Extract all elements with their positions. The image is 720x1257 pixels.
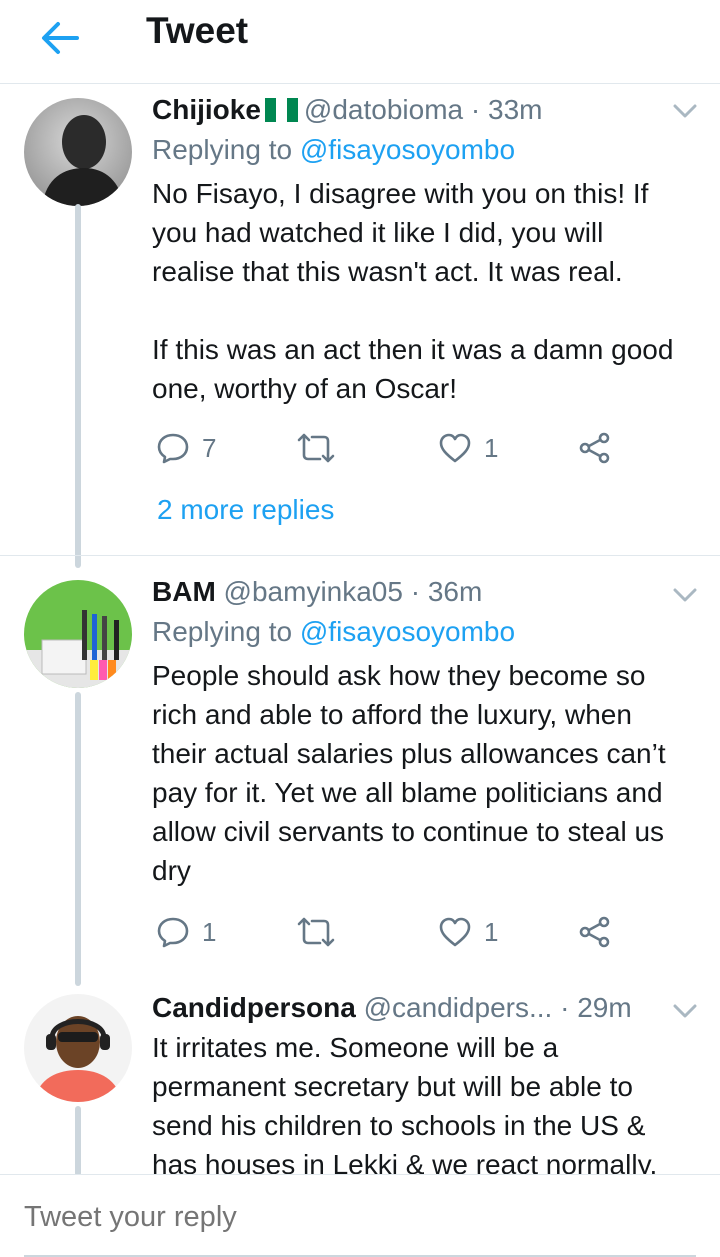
avatar-chijioke[interactable]	[24, 98, 132, 206]
tweet-options-button[interactable]	[668, 94, 702, 128]
retweet-button[interactable]	[296, 908, 336, 956]
share-icon	[579, 432, 610, 464]
heart-icon	[439, 433, 471, 463]
retweet-button[interactable]	[296, 424, 336, 472]
tweet-meta: Candidpersona @candidpers... · 29m	[152, 992, 632, 1023]
thread-line	[75, 692, 81, 986]
nigeria-flag-icon	[264, 98, 298, 122]
thread-line	[75, 1106, 81, 1174]
share-button[interactable]	[578, 908, 612, 956]
author-handle[interactable]: @candidpers...	[364, 992, 553, 1023]
tweet-text: No Fisayo, I disagree with you on this! …	[152, 178, 674, 404]
tweet-text: It irritates me. Someone will be a perma…	[152, 1032, 658, 1174]
author-handle[interactable]: @bamyinka05	[224, 576, 403, 607]
heart-icon	[439, 917, 471, 947]
share-button[interactable]	[578, 424, 612, 472]
like-count: 1	[484, 916, 499, 947]
thread-dots	[74, 494, 82, 530]
share-icon	[579, 916, 610, 948]
chevron-down-icon	[673, 588, 697, 602]
tweet-text: People should ask how they become so ric…	[152, 660, 666, 886]
tweet-time: 33m	[488, 94, 543, 125]
avatar-candidpersona[interactable]	[24, 994, 132, 1102]
tweet-meta: Chijioke @datobioma · 33m	[152, 94, 543, 125]
author-handle[interactable]: @datobioma	[304, 94, 463, 125]
reply-count: 7	[202, 432, 217, 463]
reply-count: 1	[202, 916, 217, 947]
like-button[interactable]: 1	[438, 908, 498, 956]
tweet-actions: 7 1	[152, 424, 632, 472]
reply-button[interactable]: 7	[156, 424, 216, 472]
tweet-options-button[interactable]	[668, 994, 702, 1028]
reply-button[interactable]: 1	[156, 908, 216, 956]
tweet-candidpersona[interactable]: Candidpersona @candidpers... · 29m It ir…	[0, 986, 720, 1174]
reply-composer	[0, 1174, 720, 1257]
replying-to: Replying to @fisayosoyombo	[152, 616, 516, 647]
more-replies-link[interactable]: 2 more replies	[157, 490, 334, 530]
tweet-meta: BAM @bamyinka05 · 36m	[152, 576, 483, 607]
tweet-bam[interactable]: BAM @bamyinka05 · 36m Replying to @fisay…	[0, 556, 720, 986]
tweet-time: 29m	[577, 992, 632, 1023]
author-name[interactable]: Chijioke	[152, 94, 261, 125]
chevron-down-icon	[673, 1004, 697, 1018]
replying-to: Replying to @fisayosoyombo	[152, 134, 516, 165]
tweet-chijioke[interactable]: Chijioke @datobioma · 33m Replying to @fi…	[0, 84, 720, 568]
reply-input[interactable]	[24, 1197, 684, 1237]
author-name[interactable]: Candidpersona	[152, 992, 356, 1023]
back-button[interactable]	[30, 8, 90, 68]
retweet-icon	[297, 917, 335, 947]
back-arrow-icon	[42, 22, 79, 54]
tweet-actions: 1 1	[152, 908, 632, 956]
top-bar: Tweet	[0, 0, 720, 84]
reply-icon	[157, 917, 189, 948]
tweet-time: 36m	[427, 576, 483, 607]
reply-icon	[157, 433, 189, 464]
mention-link[interactable]: @fisayosoyombo	[300, 616, 515, 647]
like-count: 1	[484, 432, 499, 463]
avatar-bam[interactable]	[24, 580, 132, 688]
mention-link[interactable]: @fisayosoyombo	[300, 134, 515, 165]
tweet-options-button[interactable]	[668, 578, 702, 612]
like-button[interactable]: 1	[438, 424, 498, 472]
chevron-down-icon	[673, 104, 697, 118]
retweet-icon	[297, 433, 335, 463]
page-title: Tweet	[146, 10, 249, 51]
author-name[interactable]: BAM	[152, 576, 216, 607]
